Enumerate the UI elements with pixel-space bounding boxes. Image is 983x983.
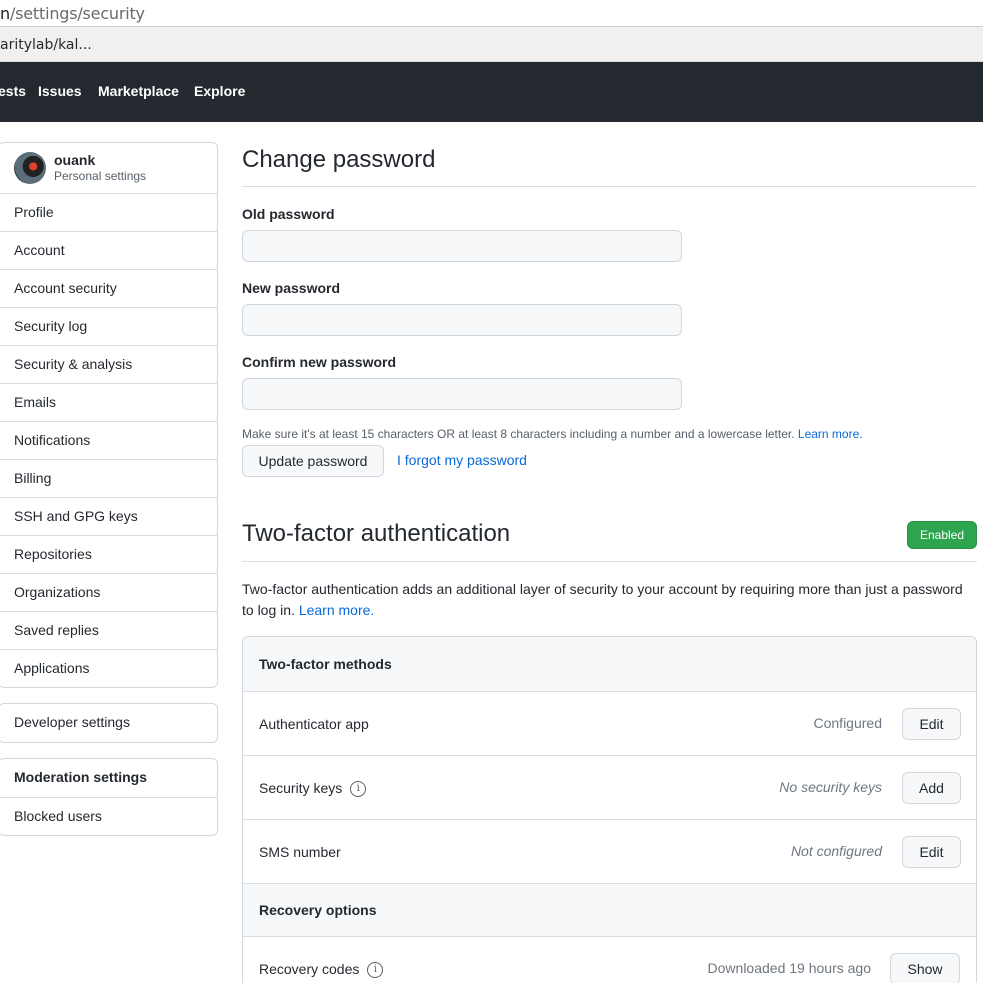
method-label: SMS number	[259, 844, 341, 860]
sidebar-item-security-log[interactable]: Security log	[0, 307, 217, 345]
status-badge: Enabled	[907, 521, 977, 549]
recovery-label: Recovery codes	[259, 961, 360, 977]
password-hint: Make sure it's at least 15 characters OR…	[242, 427, 863, 441]
divider	[242, 561, 977, 562]
method-row-sms: SMS number Not configured Edit	[243, 819, 976, 883]
sidebar-item-blocked-users[interactable]: Blocked users	[0, 797, 217, 835]
sidebar-item-notifications[interactable]: Notifications	[0, 421, 217, 459]
sidebar-item-security-analysis[interactable]: Security & analysis	[0, 345, 217, 383]
method-label-wrap: Security keys i	[259, 780, 367, 798]
sidebar-item-billing[interactable]: Billing	[0, 459, 217, 497]
nav-pull-requests[interactable]: ests	[0, 83, 26, 99]
sidebar-item-emails[interactable]: Emails	[0, 383, 217, 421]
recovery-row-codes: Recovery codes i Downloaded 19 hours ago …	[243, 936, 976, 983]
new-password-label: New password	[242, 280, 341, 296]
divider	[242, 186, 977, 187]
sidebar-item-repositories[interactable]: Repositories	[0, 535, 217, 573]
moderation-settings-heading: Moderation settings	[14, 769, 148, 785]
site-header: ests Issues Marketplace Explore	[0, 62, 983, 122]
password-hint-text: Make sure it's at least 15 characters OR…	[242, 427, 795, 441]
old-password-input[interactable]	[242, 230, 682, 262]
method-label: Authenticator app	[259, 716, 369, 732]
sidebar-item-ssh-gpg-keys[interactable]: SSH and GPG keys	[0, 497, 217, 535]
method-row-security-keys: Security keys i No security keys Add	[243, 755, 976, 819]
user-subtitle: Personal settings	[54, 169, 147, 183]
method-status: No security keys	[779, 779, 882, 795]
nav-issues[interactable]: Issues	[38, 83, 82, 99]
password-learn-more-link[interactable]: Learn more.	[798, 427, 863, 441]
info-icon[interactable]: i	[367, 962, 384, 979]
recovery-status: Downloaded 19 hours ago	[707, 960, 871, 976]
edit-authenticator-button[interactable]: Edit	[902, 708, 961, 740]
show-recovery-codes-button[interactable]: Show	[890, 953, 960, 983]
edit-sms-button[interactable]: Edit	[902, 836, 961, 868]
info-icon[interactable]: i	[350, 781, 367, 798]
old-password-label: Old password	[242, 206, 335, 222]
menu-user-header[interactable]: ouank Personal settings	[0, 143, 217, 193]
url-host: n	[0, 4, 10, 23]
change-password-title: Change password	[242, 146, 436, 173]
recovery-options-heading: Recovery options	[243, 883, 976, 936]
avatar	[14, 152, 46, 184]
url-path: /settings/security	[9, 4, 145, 23]
sidebar-item-organizations[interactable]: Organizations	[0, 573, 217, 611]
nav-explore[interactable]: Explore	[194, 83, 245, 99]
method-status: Not configured	[790, 843, 882, 859]
new-password-input[interactable]	[242, 304, 682, 336]
forgot-password-link[interactable]: I forgot my password	[397, 452, 527, 468]
bookmarks-bar: aritylab/kal...	[0, 27, 983, 62]
method-row-authenticator-app: Authenticator app Configured Edit	[243, 691, 976, 755]
two-factor-title: Two-factor authentication	[242, 520, 511, 547]
sidebar-item-applications[interactable]: Applications	[0, 649, 217, 687]
method-status: Configured	[813, 715, 883, 731]
developer-menu: Developer settings	[0, 703, 218, 743]
update-password-button[interactable]: Update password	[242, 445, 384, 477]
bookmark-item[interactable]: aritylab/kal...	[0, 37, 92, 53]
sidebar-item-account-security[interactable]: Account security	[0, 269, 217, 307]
two-factor-description: Two-factor authentication adds an additi…	[242, 579, 977, 621]
two-factor-learn-more-link[interactable]: Learn more.	[299, 602, 374, 618]
sidebar-item-saved-replies[interactable]: Saved replies	[0, 611, 217, 649]
settings-menu: ouank Personal settings Profile Account …	[0, 142, 218, 688]
add-security-key-button[interactable]: Add	[902, 772, 961, 804]
address-bar[interactable]: n/settings/security	[0, 0, 983, 27]
nav-marketplace[interactable]: Marketplace	[98, 83, 179, 99]
moderation-menu: Moderation settings Blocked users	[0, 758, 218, 836]
sidebar-item-profile[interactable]: Profile	[0, 193, 217, 231]
recovery-label-wrap: Recovery codes i	[259, 961, 384, 979]
sidebar-item-account[interactable]: Account	[0, 231, 217, 269]
sidebar-item-developer-settings[interactable]: Developer settings	[0, 704, 217, 742]
user-name: ouank	[54, 152, 96, 168]
two-factor-box: Two-factor methods Authenticator app Con…	[242, 636, 977, 983]
method-label: Security keys	[259, 780, 343, 796]
confirm-password-input[interactable]	[242, 378, 682, 410]
confirm-password-label: Confirm new password	[242, 354, 397, 370]
url-text[interactable]: n/settings/security	[0, 4, 145, 23]
two-factor-methods-heading: Two-factor methods	[243, 637, 976, 691]
